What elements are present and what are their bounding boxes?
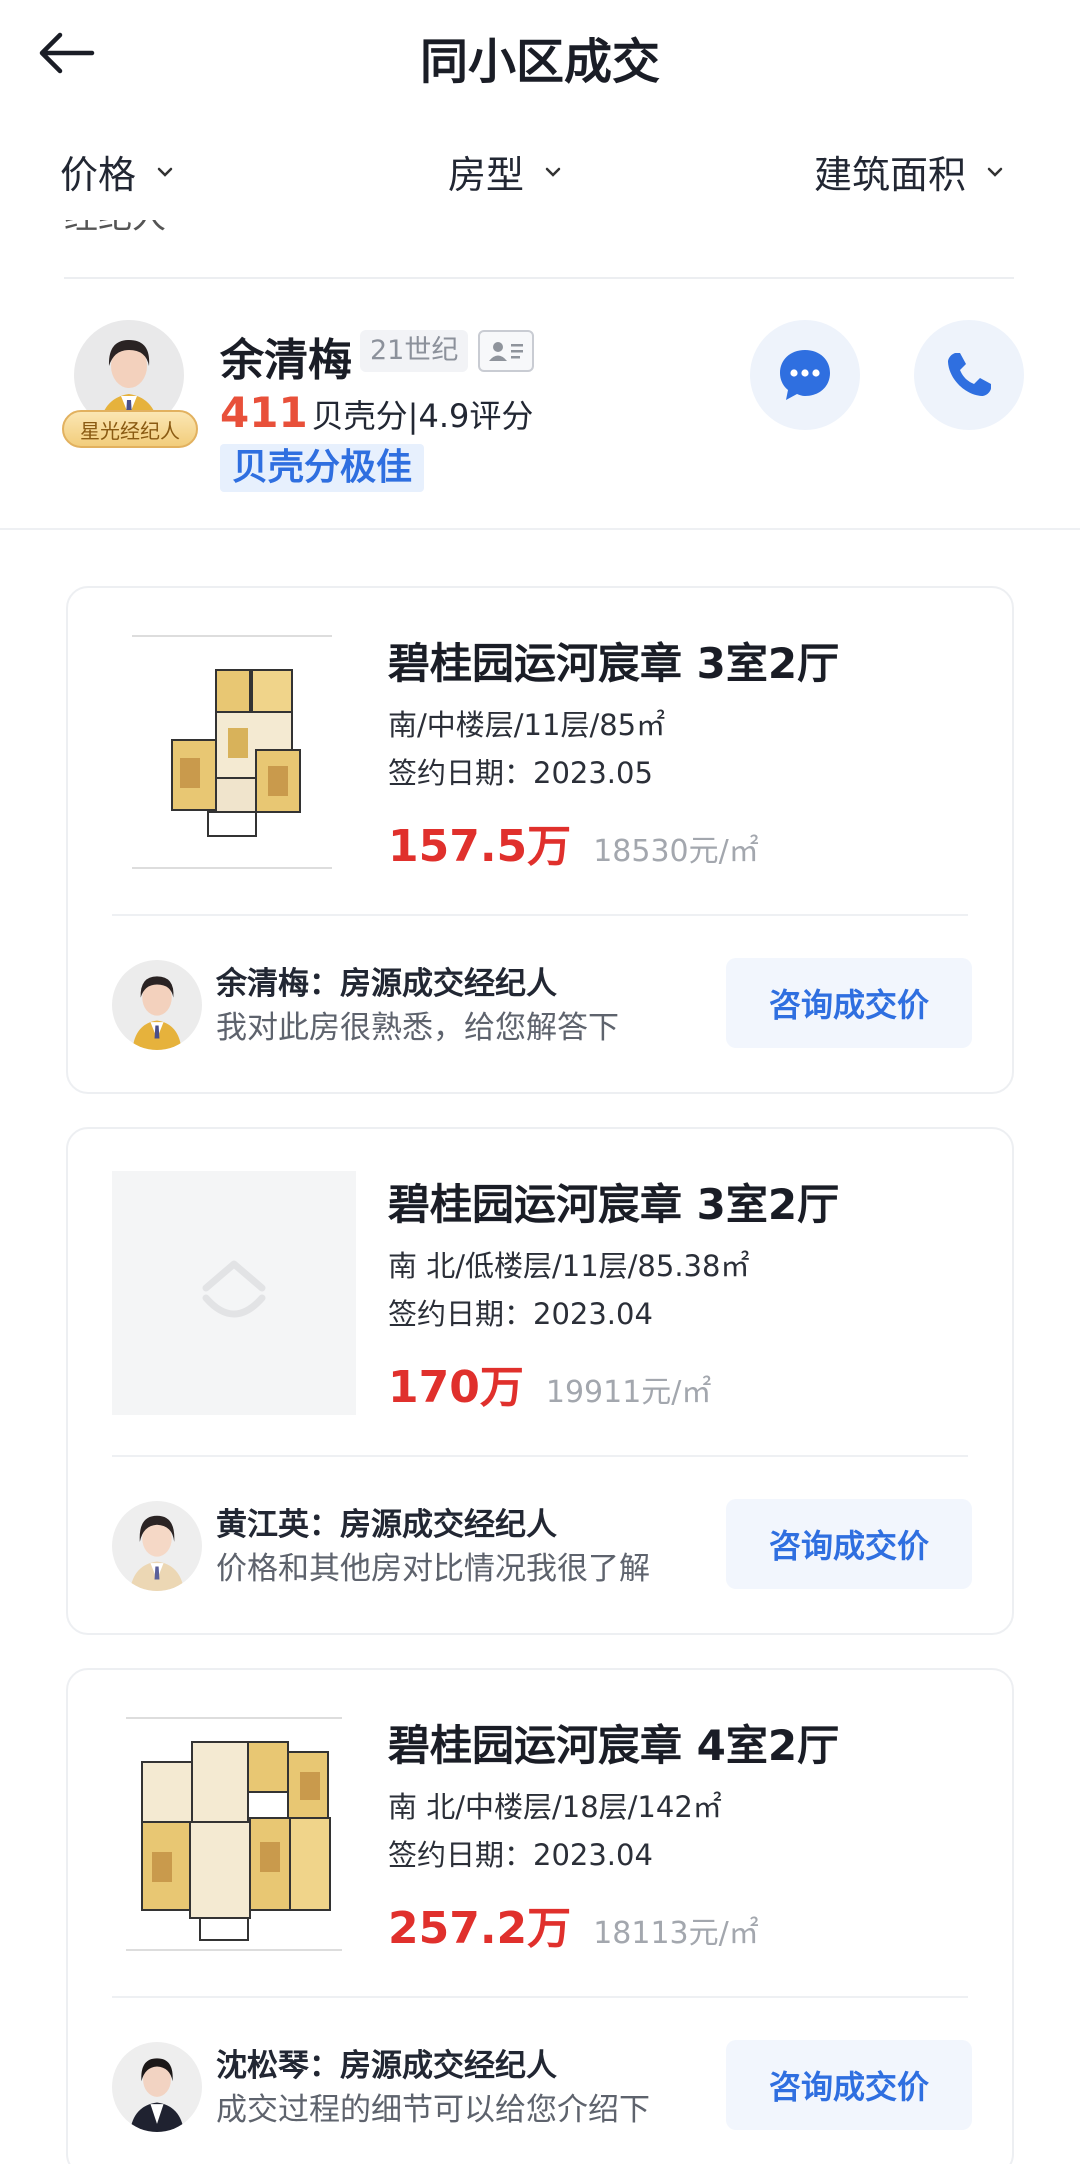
business-card-icon[interactable] xyxy=(478,330,534,372)
listing-detail: 南 北/低楼层/11层/85.38㎡ xyxy=(388,1249,750,1283)
filter-room-type-label: 房型 xyxy=(448,153,525,197)
listing-price: 157.5万 18530元/㎡ xyxy=(388,810,759,874)
unit-price: 19911元/㎡ xyxy=(545,1375,712,1410)
filter-room-type[interactable]: 房型 xyxy=(448,144,564,199)
avatar[interactable] xyxy=(112,2042,202,2132)
listing-title: 碧桂园运河宸章 3室2厅 xyxy=(388,639,840,688)
image-placeholder xyxy=(112,1171,356,1415)
score-text: 贝壳分|4.9评分 xyxy=(311,397,534,435)
chat-button[interactable] xyxy=(750,320,860,430)
logo-placeholder-icon xyxy=(202,1260,266,1318)
agent-role: 余清梅：房源成交经纪人 xyxy=(216,966,557,1002)
avatar[interactable] xyxy=(112,1501,202,1591)
floorplan-image xyxy=(112,630,356,874)
listing-price: 170万 19911元/㎡ xyxy=(388,1351,711,1415)
total-price: 170万 xyxy=(388,1362,524,1413)
listing-title: 碧桂园运河宸章 4室2厅 xyxy=(388,1721,840,1770)
total-price: 257.2万 xyxy=(388,1903,572,1954)
listing-date: 签约日期：2023.04 xyxy=(388,1297,653,1331)
consult-price-button[interactable]: 咨询成交价 xyxy=(726,2040,972,2130)
page-title: 同小区成交 xyxy=(419,34,660,90)
agent-name: 余清梅 xyxy=(220,335,352,386)
filter-bar: 价格 房型 建筑面积 xyxy=(0,130,1080,210)
agent-intro: 成交过程的细节可以给您介绍下 xyxy=(216,2092,650,2128)
phone-button[interactable] xyxy=(914,320,1024,430)
chevron-down-icon xyxy=(987,167,1003,177)
listing-card[interactable]: 碧桂园运河宸章 3室2厅 南/中楼层/11层/85㎡ 签约日期：2023.05 … xyxy=(66,586,1014,1094)
agent-role: 黄江英：房源成交经纪人 xyxy=(216,1507,557,1543)
listing-card[interactable]: 碧桂园运河宸章 3室2厅 南 北/低楼层/11层/85.38㎡ 签约日期：202… xyxy=(66,1127,1014,1635)
total-price: 157.5万 xyxy=(388,821,572,872)
chat-icon xyxy=(780,350,830,400)
company-tag: 21世纪 xyxy=(360,330,469,372)
chevron-down-icon xyxy=(157,167,173,177)
consult-price-button[interactable]: 咨询成交价 xyxy=(726,958,972,1048)
top-bar: 同小区成交 xyxy=(0,0,1080,110)
agent-intro: 我对此房很熟悉，给您解答下 xyxy=(216,1010,619,1046)
filter-price[interactable]: 价格 xyxy=(60,144,176,199)
divider xyxy=(64,277,1014,279)
listing-detail: 南 北/中楼层/18层/142㎡ xyxy=(388,1790,722,1824)
listing-card[interactable]: 碧桂园运河宸章 4室2厅 南 北/中楼层/18层/142㎡ 签约日期：2023.… xyxy=(66,1668,1014,2164)
divider xyxy=(112,914,968,916)
floorplan-image xyxy=(112,1712,356,1956)
divider xyxy=(0,528,1080,530)
agent-intro: 价格和其他房对比情况我很了解 xyxy=(216,1551,650,1587)
divider xyxy=(112,1996,968,1998)
agent-card[interactable]: 星光经纪人 余清梅 21世纪 411 贝壳分|4.9评分 贝壳分极佳 xyxy=(0,280,1080,530)
score-value: 411 xyxy=(220,388,308,437)
listing-detail: 南/中楼层/11层/85㎡ xyxy=(388,708,666,742)
clipped-section-label: 经纪人 xyxy=(64,220,166,242)
listing-date: 签约日期：2023.05 xyxy=(388,756,653,790)
filter-area-label: 建筑面积 xyxy=(814,153,967,197)
consult-price-button[interactable]: 咨询成交价 xyxy=(726,1499,972,1589)
filter-price-label: 价格 xyxy=(60,153,137,197)
divider xyxy=(112,1455,968,1457)
score-tag: 贝壳分极佳 xyxy=(220,444,425,492)
unit-price: 18113元/㎡ xyxy=(593,1916,759,1951)
star-agent-badge: 星光经纪人 xyxy=(62,410,198,448)
listing-date: 签约日期：2023.04 xyxy=(388,1838,653,1872)
chevron-down-icon xyxy=(545,167,561,177)
listing-title: 碧桂园运河宸章 3室2厅 xyxy=(388,1180,840,1229)
listing-price: 257.2万 18113元/㎡ xyxy=(388,1892,759,1956)
score-line: 411 贝壳分|4.9评分 xyxy=(220,388,533,437)
agent-role: 沈松琴：房源成交经纪人 xyxy=(216,2048,557,2084)
avatar[interactable] xyxy=(112,960,202,1050)
unit-price: 18530元/㎡ xyxy=(593,834,759,869)
filter-area[interactable]: 建筑面积 xyxy=(814,144,1006,199)
phone-icon xyxy=(948,353,991,396)
